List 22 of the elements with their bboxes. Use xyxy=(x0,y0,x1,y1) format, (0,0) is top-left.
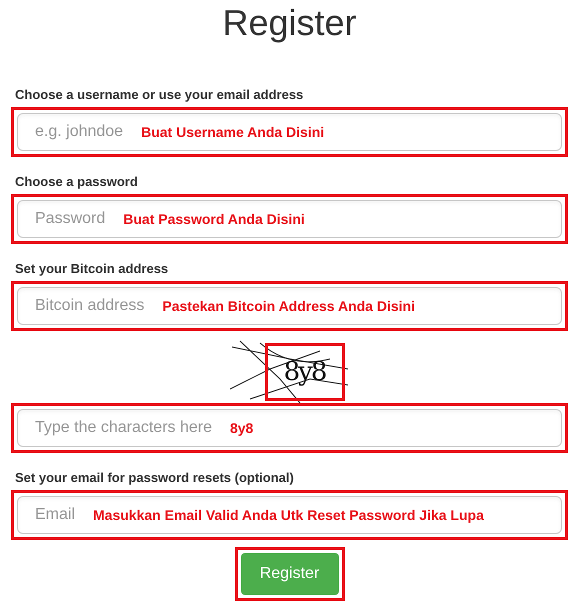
placeholder-text: Password xyxy=(35,209,106,229)
captcha-text: 8y8 xyxy=(284,356,326,388)
register-button[interactable]: Register xyxy=(240,553,338,595)
input-field[interactable]: e.g. johndoe Buat Username Anda Disini xyxy=(17,113,562,151)
annotation-text: Buat Password Anda Disini xyxy=(123,210,305,228)
field-label: Set your email for password resets (optional) xyxy=(14,469,295,487)
input-field[interactable]: Type the characters here 8y8 xyxy=(17,409,562,447)
annotation-text: Buat Username Anda Disini xyxy=(141,122,324,142)
placeholder-text: Bitcoin address xyxy=(35,296,144,316)
field-label: Set your Bitcoin address xyxy=(14,260,170,278)
annotation-text: Masukkan Email Valid Anda Utk Reset Password Jika Lupa xyxy=(93,506,484,525)
annotation-text: Pastekan Bitcoin Address Anda Disini xyxy=(162,296,415,316)
placeholder-text: Email xyxy=(35,505,76,525)
field-label: Choose a password xyxy=(14,173,139,191)
placeholder-text: e.g. johndoe xyxy=(35,122,124,142)
field-label: Choose a username or use your email address xyxy=(14,86,304,104)
page-title: Register xyxy=(221,1,358,45)
input-field[interactable]: Password Buat Password Anda Disini xyxy=(17,200,562,238)
input-field[interactable]: Email Masukkan Email Valid Anda Utk Reset Password Jika Lupa xyxy=(17,496,562,534)
annotation-text: 8y8 xyxy=(230,418,254,438)
placeholder-text: Type the characters here xyxy=(35,418,212,438)
input-field[interactable]: Bitcoin address Pastekan Bitcoin Address Anda Disini xyxy=(17,287,562,325)
